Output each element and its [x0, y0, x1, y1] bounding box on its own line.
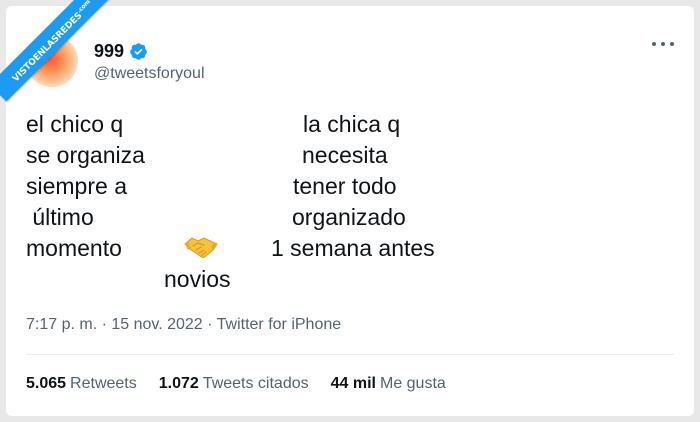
author-handle[interactable]: @tweetsforyoul [94, 65, 205, 83]
stat-count: 5.065 [26, 375, 67, 392]
divider [26, 354, 674, 355]
tweet-text-line: último [26, 204, 94, 230]
tweet-text-line: tener todo [293, 173, 397, 199]
more-options-icon[interactable] [652, 37, 674, 51]
tweet-text-line: se organiza [26, 142, 145, 168]
tweet-text-line: momento [26, 235, 122, 261]
tweet-text-line: siempre a [26, 173, 127, 199]
stat-label: Me gusta [379, 375, 446, 392]
stat-label: Retweets [70, 375, 137, 392]
tweet-card: VISTOENLASREDES.com 999 @tweetsforyoul e… [0, 0, 694, 416]
verified-badge-icon [130, 43, 147, 60]
stat-likes[interactable]: 44 mil Me gusta [331, 375, 446, 393]
tweet-timestamp[interactable]: 7:17 p. m. · 15 nov. 2022 · Twitter for … [26, 316, 341, 334]
stat-label: Tweets citados [202, 375, 309, 392]
handshake-icon [184, 237, 218, 258]
tweet-center-label: novios [164, 266, 231, 292]
watermark-suffix: .com [75, 0, 92, 15]
tweet-stats: 5.065 Retweets 1.072 Tweets citados 44 m… [26, 375, 468, 393]
tweet-text-line: el chico q [26, 111, 124, 137]
tweet-text-line: 1 semana antes [271, 235, 435, 261]
stat-retweets[interactable]: 5.065 Retweets [26, 375, 137, 393]
tweet-text-line: la chica q [303, 111, 401, 137]
tweet-text-line: organizado [292, 204, 406, 230]
stat-quote-tweets[interactable]: 1.072 Tweets citados [159, 375, 309, 393]
author-display-name[interactable]: 999 [94, 41, 124, 62]
stat-count: 44 mil [330, 375, 376, 392]
tweet-text-line: necesita [302, 142, 388, 168]
author-name-row: 999 [94, 41, 148, 62]
stat-count: 1.072 [158, 375, 199, 392]
